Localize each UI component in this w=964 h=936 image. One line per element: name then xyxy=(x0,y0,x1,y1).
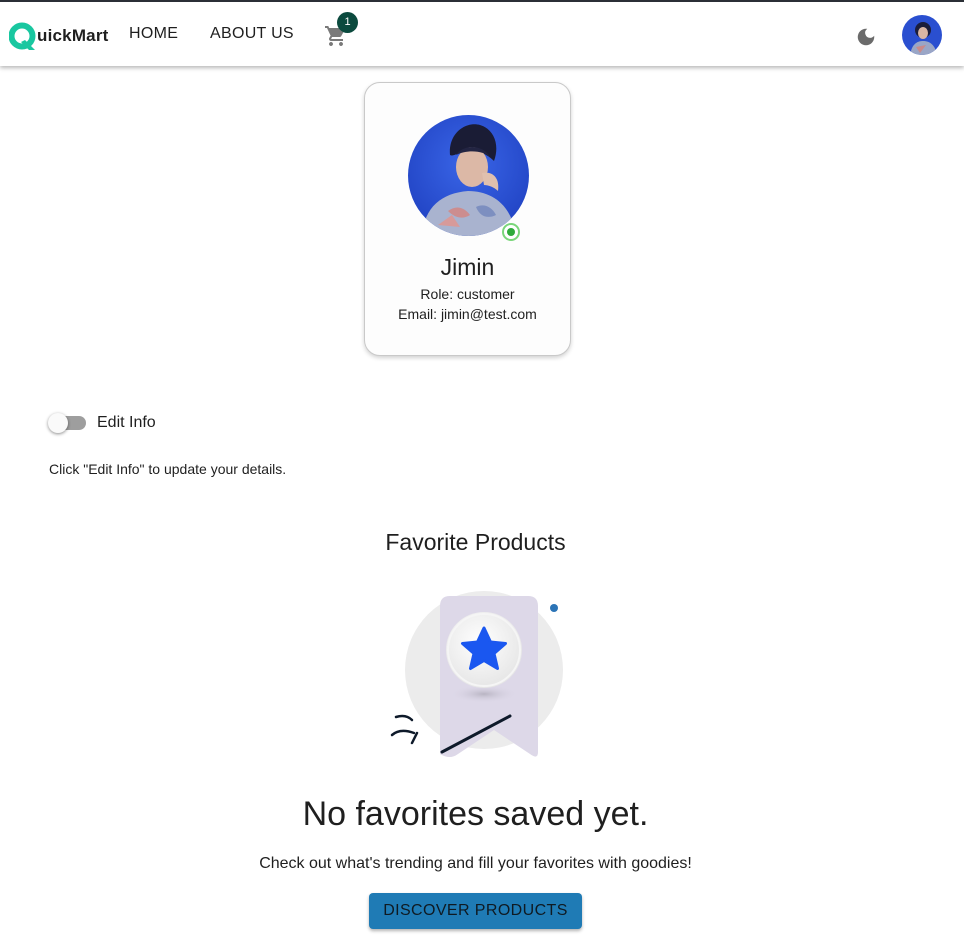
profile-card: Jimin Role: customer Email: jimin@test.c… xyxy=(364,82,571,356)
online-status-indicator xyxy=(502,223,520,241)
user-avatar[interactable] xyxy=(902,15,942,55)
empty-favorites-title: No favorites saved yet. xyxy=(302,795,649,833)
profile-role: Role: customer xyxy=(420,286,515,302)
nav-about-us[interactable]: ABOUT US xyxy=(210,25,294,43)
empty-favorites-illustration xyxy=(390,591,563,757)
nav-home[interactable]: HOME xyxy=(129,25,178,43)
edit-info-switch[interactable] xyxy=(48,412,88,434)
profile-avatar xyxy=(408,115,529,236)
favorites-heading: Favorite Products xyxy=(385,529,566,555)
avatar-photo xyxy=(902,15,942,55)
profile-email: Email: jimin@test.com xyxy=(398,306,537,322)
profile-photo xyxy=(408,115,529,236)
empty-favorites-subtitle: Check out what's trending and fill your … xyxy=(259,855,692,872)
discover-products-button[interactable]: DISCOVER PRODUCTS xyxy=(369,893,582,929)
moon-icon[interactable] xyxy=(855,26,877,48)
logo-q-icon xyxy=(9,22,36,50)
edit-info-label[interactable]: Edit Info xyxy=(97,414,156,432)
switch-thumb[interactable] xyxy=(48,413,68,433)
profile-name: Jimin xyxy=(440,254,495,280)
edit-info-hint: Click "Edit Info" to update your details… xyxy=(49,461,287,477)
cart-badge: 1 xyxy=(337,12,358,33)
app-bar: uickMart HOME ABOUT US 1 xyxy=(0,0,964,66)
logo-text: uickMart xyxy=(37,26,109,45)
